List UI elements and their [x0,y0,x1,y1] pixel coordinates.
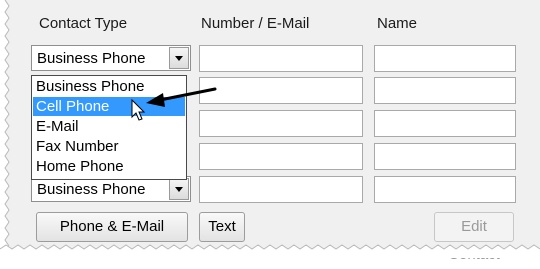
annotation-overlay [131,87,217,121]
mouse-cursor-icon [131,98,146,121]
annotation-arrow-icon [146,87,217,107]
contact-panel: Contact Type Number / E-Mail Name Busine… [0,0,540,263]
